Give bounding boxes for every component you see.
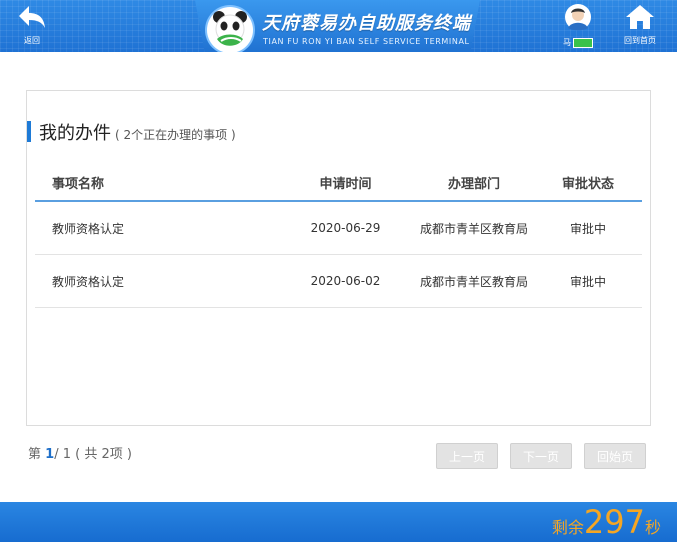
cell-department: 成都市青羊区教育局 bbox=[414, 254, 534, 308]
panel-title-text: 我的办件 bbox=[39, 123, 111, 144]
top-bar: 返回 天府蓉易办自助服务终端 TIAN FU RON YI BAN SELF S… bbox=[0, 0, 677, 52]
countdown-value: 297 bbox=[583, 503, 645, 541]
column-header-status: 审批状态 bbox=[534, 165, 642, 202]
brand-subtitle: TIAN FU RON YI BAN SELF SERVICE TERMINAL bbox=[263, 37, 470, 46]
panda-logo-icon bbox=[207, 7, 253, 52]
table-row[interactable]: 教师资格认定 2020-06-02 成都市青羊区教育局 审批中 bbox=[35, 254, 642, 308]
current-page: 1 bbox=[45, 447, 55, 462]
countdown-suffix: 秒 bbox=[644, 518, 661, 537]
name-mask bbox=[573, 37, 593, 48]
panel-subtitle: ( 2个正在办理的事项 ) bbox=[115, 128, 236, 142]
page-prefix: 第 bbox=[28, 447, 42, 462]
cell-status: 审批中 bbox=[534, 254, 642, 308]
bottom-bar: 剩余297秒 bbox=[0, 502, 677, 542]
user-button[interactable]: 马 bbox=[558, 4, 598, 48]
countdown-prefix: 剩余 bbox=[551, 518, 584, 537]
my-tasks-panel: 我的办件 ( 2个正在办理的事项 ) 事项名称 申请时间 办理部门 审批状态 教师… bbox=[26, 90, 651, 426]
back-label: 返回 bbox=[24, 36, 40, 45]
first-page-button[interactable]: 回始页 bbox=[584, 443, 646, 469]
prev-page-button[interactable]: 上一页 bbox=[436, 443, 498, 469]
home-icon bbox=[626, 5, 654, 29]
pagination-info: 第 1/ 1 ( 共 2项 ) bbox=[28, 443, 132, 462]
home-button[interactable]: 回到首页 bbox=[616, 4, 664, 46]
brand-title: 天府蓉易办自助服务终端 bbox=[262, 13, 471, 34]
page-total: / 1 ( 共 2项 ) bbox=[54, 447, 132, 462]
next-page-button[interactable]: 下一页 bbox=[510, 443, 572, 469]
cell-department: 成都市青羊区教育局 bbox=[414, 201, 534, 255]
user-avatar-icon bbox=[565, 4, 591, 31]
column-header-name: 事项名称 bbox=[35, 165, 277, 202]
cell-item-name: 教师资格认定 bbox=[35, 254, 277, 308]
cell-item-name: 教师资格认定 bbox=[35, 201, 277, 255]
cell-apply-date: 2020-06-29 bbox=[277, 201, 414, 255]
table-row[interactable]: 教师资格认定 2020-06-29 成都市青羊区教育局 审批中 bbox=[35, 201, 642, 255]
title-accent-bar bbox=[27, 121, 31, 142]
back-button[interactable]: 返回 bbox=[14, 4, 50, 46]
countdown-timer: 剩余297秒 bbox=[552, 504, 661, 540]
column-header-dept: 办理部门 bbox=[414, 165, 534, 202]
back-arrow-icon bbox=[19, 6, 45, 28]
cell-status: 审批中 bbox=[534, 201, 642, 255]
table-header-row: 事项名称 申请时间 办理部门 审批状态 bbox=[35, 165, 642, 202]
tasks-table: 事项名称 申请时间 办理部门 审批状态 教师资格认定 2020-06-29 成都… bbox=[35, 165, 642, 308]
home-label: 回到首页 bbox=[624, 36, 656, 45]
user-name: 马 bbox=[563, 38, 571, 47]
panel-title: 我的办件 ( 2个正在办理的事项 ) bbox=[39, 119, 236, 145]
cell-apply-date: 2020-06-02 bbox=[277, 254, 414, 308]
column-header-date: 申请时间 bbox=[277, 165, 414, 202]
